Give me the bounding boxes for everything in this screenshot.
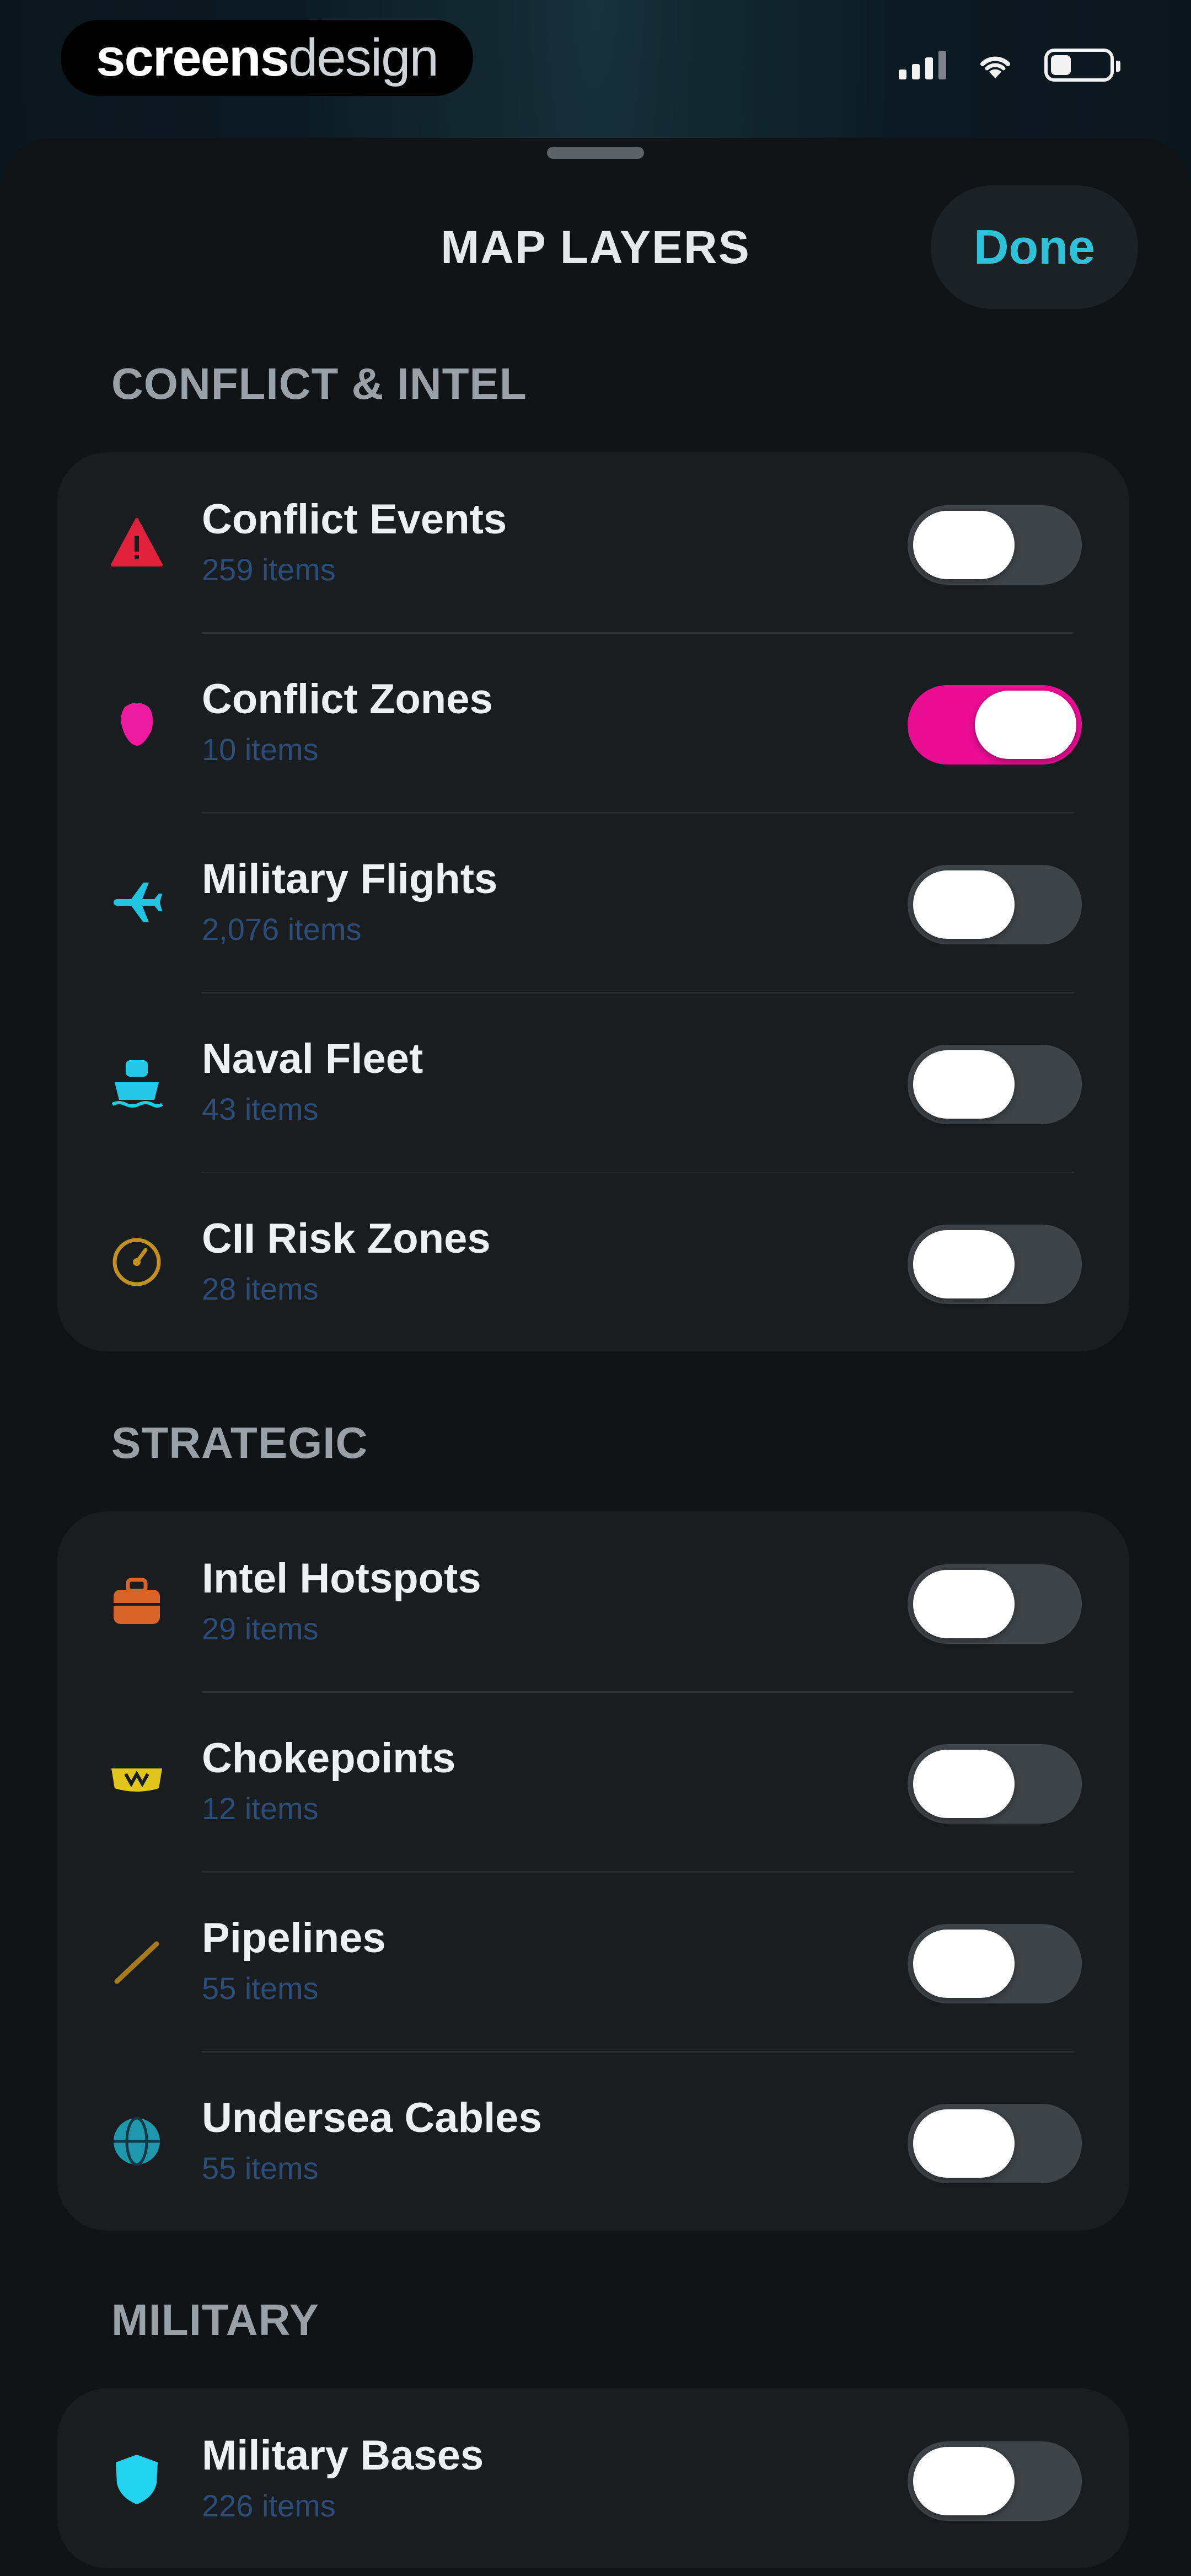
shield-icon (109, 2451, 164, 2506)
toggle-knob (913, 1050, 1015, 1119)
section-header-military: MILITARY (111, 2295, 319, 2344)
layer-row-military-bases[interactable]: Military Bases 226 items (57, 2388, 1129, 2568)
layer-title: Intel Hotspots (202, 1555, 481, 1602)
layer-title: Undersea Cables (202, 2094, 542, 2141)
brand-logo: screens design (61, 20, 473, 96)
chokepoint-icon (109, 1754, 164, 1809)
layer-group-strategic: Intel Hotspots 29 items Chokepoints 12 item… (57, 1511, 1129, 2231)
layer-toggle-cii-risk-zones[interactable] (908, 1225, 1082, 1304)
layer-item-count: 2,076 items (202, 912, 362, 947)
layer-row-intel-hotspots[interactable]: Intel Hotspots 29 items (57, 1511, 1129, 1691)
layer-row-conflict-zones[interactable]: Conflict Zones 10 items (57, 632, 1129, 812)
status-icons (899, 49, 1120, 82)
layer-item-count: 28 items (202, 1271, 319, 1306)
layer-title: Military Bases (202, 2432, 484, 2479)
battery-icon (1044, 49, 1120, 82)
layer-toggle-military-flights[interactable] (908, 865, 1082, 944)
layer-toggle-conflict-zones[interactable] (908, 685, 1082, 765)
toggle-knob (913, 1230, 1015, 1298)
airplane-icon (109, 875, 164, 930)
layer-row-pipelines[interactable]: Pipelines 55 items (57, 1871, 1129, 2051)
layer-row-conflict-events[interactable]: Conflict Events 259 items (57, 452, 1129, 632)
ship-icon (109, 1055, 164, 1110)
toggle-knob (913, 2447, 1015, 2515)
layer-title: Military Flights (202, 856, 498, 902)
toggle-knob (913, 2109, 1015, 2178)
zone-blob-icon (109, 695, 164, 750)
layer-toggle-military-bases[interactable] (908, 2441, 1082, 2521)
layer-group-military: Military Bases 226 items (57, 2388, 1129, 2568)
toggle-knob (913, 1750, 1015, 1818)
layer-item-count: 12 items (202, 1791, 319, 1826)
wifi-icon (980, 56, 1010, 78)
layer-item-count: 55 items (202, 1971, 319, 2006)
layer-item-count: 259 items (202, 552, 336, 587)
layer-toggle-undersea-cables[interactable] (908, 2104, 1082, 2183)
layer-item-count: 43 items (202, 1092, 319, 1126)
layer-title: Chokepoints (202, 1735, 456, 1782)
layer-title: Pipelines (202, 1915, 386, 1962)
done-button[interactable]: Done (931, 185, 1138, 309)
layer-row-cii-risk-zones[interactable]: CII Risk Zones 28 items (57, 1172, 1129, 1351)
layer-row-chokepoints[interactable]: Chokepoints 12 items (57, 1691, 1129, 1871)
toggle-knob (913, 1930, 1015, 1998)
toggle-knob (913, 1570, 1015, 1638)
layer-toggle-pipelines[interactable] (908, 1924, 1082, 2003)
brand-light-text: design (288, 28, 439, 87)
section-header-strategic: STRATEGIC (111, 1418, 368, 1467)
layer-toggle-naval-fleet[interactable] (908, 1045, 1082, 1124)
layer-toggle-conflict-events[interactable] (908, 505, 1082, 585)
gauge-icon (109, 1234, 164, 1290)
status-bar: screens design (0, 0, 1191, 132)
layer-title: Conflict Zones (202, 676, 493, 723)
section-header-conflict-and-intel: CONFLICT & INTEL (111, 359, 527, 408)
layer-title: Naval Fleet (202, 1035, 423, 1082)
warning-triangle-icon (109, 515, 164, 570)
layer-row-military-flights[interactable]: Military Flights 2,076 items (57, 812, 1129, 992)
layer-title: CII Risk Zones (202, 1215, 491, 1262)
toggle-knob (913, 870, 1015, 939)
layer-toggle-intel-hotspots[interactable] (908, 1564, 1082, 1644)
sheet-grabber[interactable] (547, 147, 644, 159)
battery-level (1051, 55, 1071, 75)
layer-item-count: 55 items (202, 2151, 319, 2185)
layer-toggle-chokepoints[interactable] (908, 1744, 1082, 1824)
layer-item-count: 29 items (202, 1611, 319, 1646)
layer-row-naval-fleet[interactable]: Naval Fleet 43 items (57, 992, 1129, 1172)
layer-item-count: 226 items (202, 2488, 336, 2523)
layer-item-count: 10 items (202, 732, 319, 767)
globe-icon (109, 2114, 164, 2169)
toggle-knob (975, 691, 1076, 759)
pipeline-icon (109, 1934, 164, 1989)
layer-group-conflict-and-intel: Conflict Events 259 items Conflict Zones 10… (57, 452, 1129, 1351)
briefcase-icon (109, 1574, 164, 1629)
brand-bold-text: screens (96, 28, 289, 87)
signal-icon (899, 51, 946, 79)
layer-row-undersea-cables[interactable]: Undersea Cables 55 items (57, 2051, 1129, 2231)
toggle-knob (913, 511, 1015, 579)
map-layers-sheet: MAP LAYERS Done CONFLICT & INTEL Conflict… (0, 138, 1191, 2576)
layer-title: Conflict Events (202, 496, 507, 543)
